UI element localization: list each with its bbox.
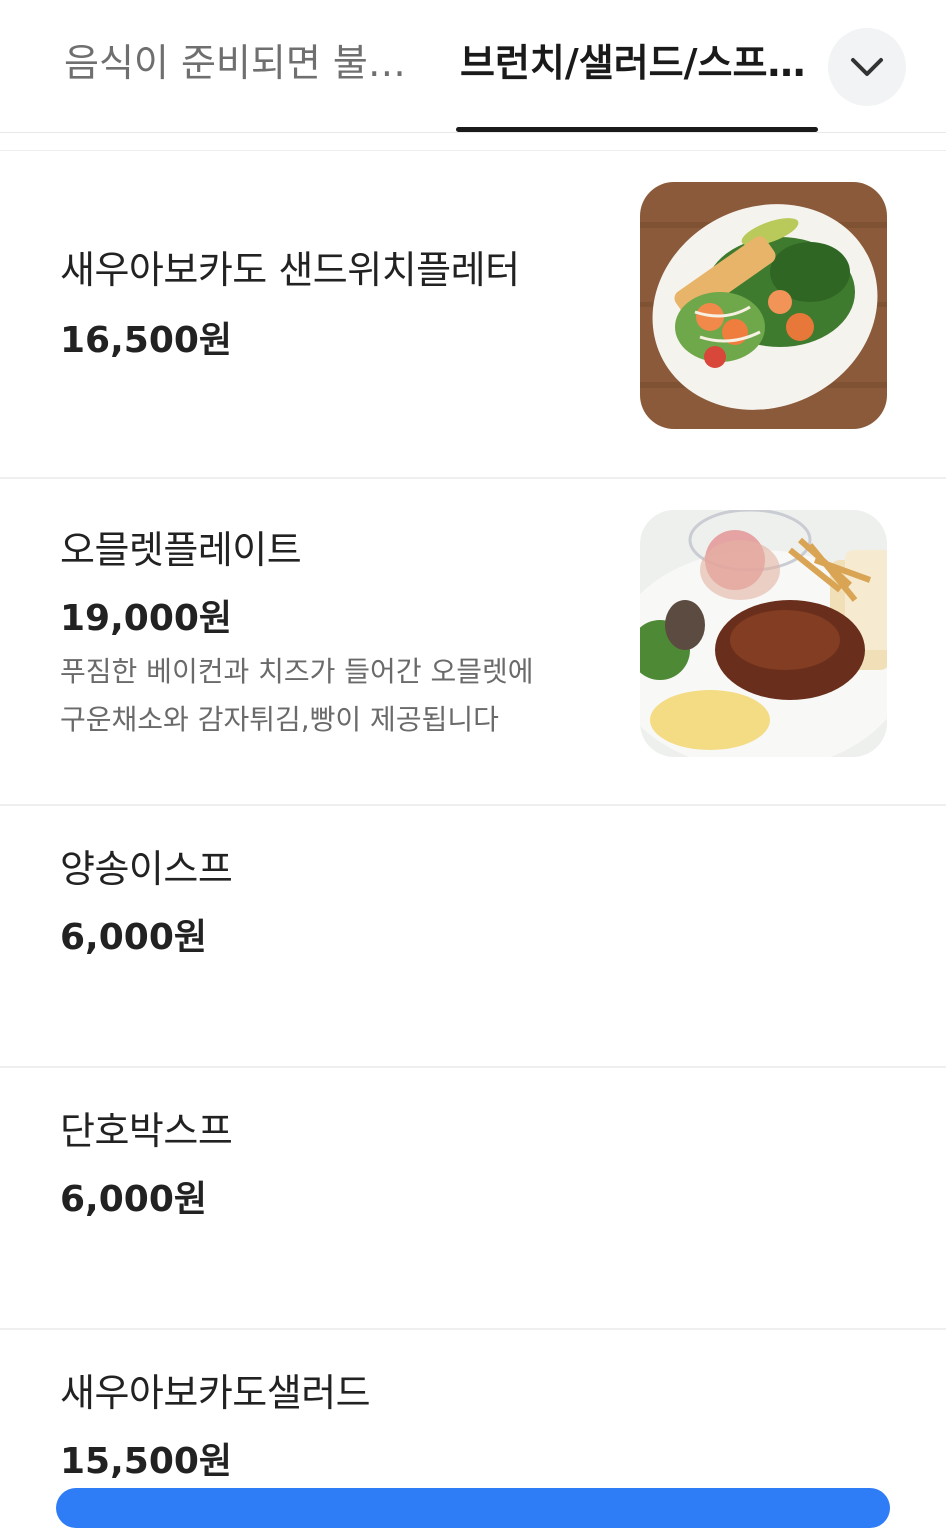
menu-item-price: 6,000원 [60,917,207,958]
menu-item[interactable]: 오믈렛플레이트 19,000원 푸짐한 베이컨과 치즈가 들어간 오믈렛에 구운… [0,479,946,806]
tab-category-brunch[interactable]: 브런치/샐러드/스프… [460,36,818,90]
category-tab-bar: 음식이 준비되면 불… 브런치/샐러드/스프… [0,0,946,133]
menu-item-name: 양송이스프 [60,847,233,891]
category-dropdown-button[interactable] [828,28,906,106]
menu-item-name: 새우아보카도 샌드위치플레터 [60,248,520,292]
menu-item[interactable]: 새우아보카도 샌드위치플레터 16,500원 [0,151,946,479]
menu-item-price: 19,000원 [60,598,233,639]
menu-item-price: 6,000원 [60,1179,207,1220]
chevron-down-icon [851,58,883,76]
menu-item[interactable]: 새우아보카도샐러드 15,500원 [0,1330,946,1500]
menu-item-name: 새우아보카도샐러드 [60,1371,371,1415]
description-line: 구운채소와 감자튀김,빵이 제공됩니다 [60,703,499,736]
menu-item-description: 푸짐한 베이컨과 치즈가 들어간 오믈렛에 구운채소와 감자튀김,빵이 제공됩니… [60,648,580,744]
section-divider [0,133,946,151]
menu-item[interactable]: 양송이스프 6,000원 [0,806,946,1068]
active-tab-indicator [456,127,818,132]
menu-item-photo [640,182,887,429]
description-line: 푸짐한 베이컨과 치즈가 들어간 오믈렛에 [60,655,534,688]
menu-item[interactable]: 단호박스프 6,000원 [0,1068,946,1330]
menu-item-price: 16,500원 [60,320,233,361]
menu-item-name: 오믈렛플레이트 [60,528,302,572]
tab-category-notice[interactable]: 음식이 준비되면 불… [64,36,404,90]
menu-item-photo [640,510,887,757]
menu-item-name: 단호박스프 [60,1109,233,1153]
menu-item-price: 15,500원 [60,1441,233,1482]
cart-button[interactable] [56,1488,890,1528]
